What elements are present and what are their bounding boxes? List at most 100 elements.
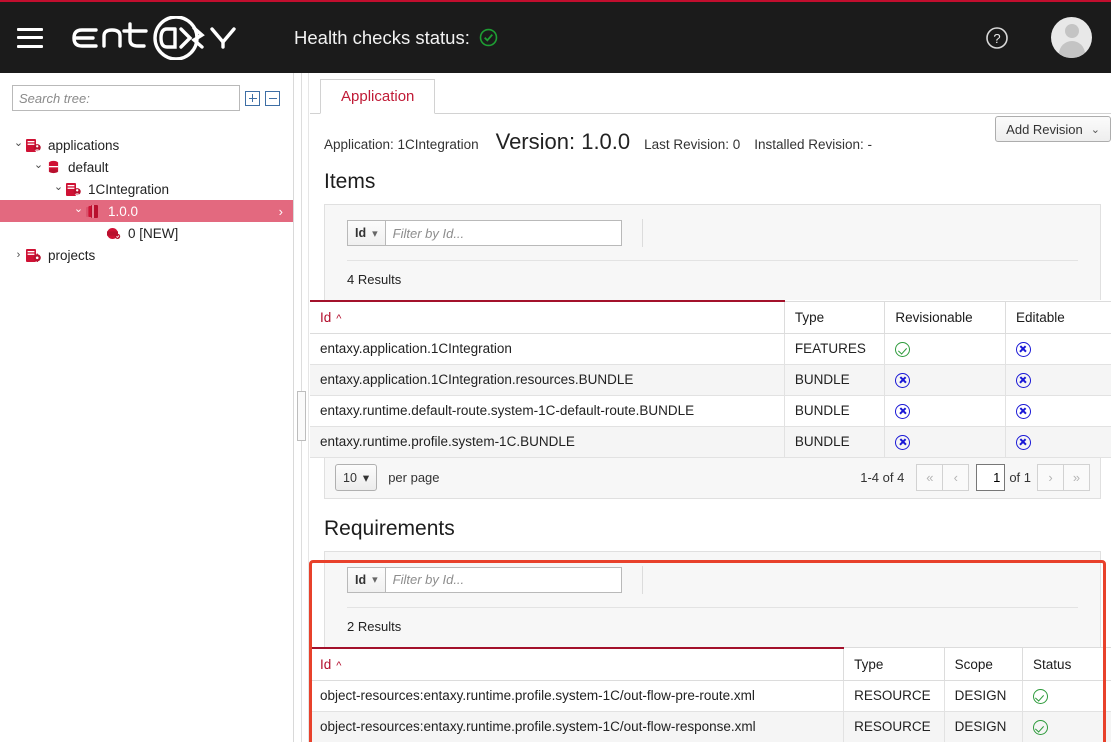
main-items-column-header-id[interactable]: Id ^ bbox=[310, 301, 784, 334]
items-filter-panel: Id ▾ 4 Results bbox=[324, 204, 1101, 300]
entaxy-logo[interactable] bbox=[68, 15, 246, 61]
table-row[interactable]: entaxy.runtime.default-route.system-1C-d… bbox=[310, 395, 1111, 426]
column-header-label: Type bbox=[854, 657, 883, 672]
main-items-cell-revisionable bbox=[885, 426, 1006, 457]
chevron-down-icon: ▾ bbox=[372, 573, 378, 586]
table-row[interactable]: object-resources:entaxy.runtime.profile.… bbox=[310, 680, 1111, 711]
main-requirements-column-header-id[interactable]: Id ^ bbox=[310, 648, 844, 681]
items-prev-page-button[interactable]: ‹ bbox=[942, 464, 969, 491]
items-section-title: Items bbox=[310, 162, 1111, 204]
tree-node-1-0-0[interactable]: 1.0.0› bbox=[0, 200, 293, 222]
tree-node-1cintegration[interactable]: 1CIntegration bbox=[0, 178, 293, 200]
scrollbar-thumb[interactable] bbox=[297, 391, 306, 441]
collapse-all-icon[interactable] bbox=[265, 91, 280, 106]
table-row[interactable]: entaxy.runtime.profile.system-1C.BUNDLEB… bbox=[310, 426, 1111, 457]
main-items-cell-type: BUNDLE bbox=[784, 364, 885, 395]
health-checks-status: Health checks status: bbox=[294, 27, 498, 49]
items-table-header-row: Id ^ Type Revisionable Editable bbox=[310, 301, 1111, 334]
tree-node-default[interactable]: default bbox=[0, 156, 293, 178]
tree-node-label: applications bbox=[48, 138, 119, 153]
main-requirements-cell-type: RESOURCE bbox=[844, 680, 945, 711]
main-requirements-column-header-status[interactable]: Status bbox=[1023, 648, 1111, 681]
status-no-icon bbox=[895, 435, 910, 450]
health-ok-icon bbox=[479, 28, 498, 47]
chevron-down-icon[interactable] bbox=[52, 183, 65, 196]
items-per-page-label: per page bbox=[388, 470, 439, 485]
items-pager: 10 ▾ per page 1-4 of 4 « ‹ of 1 › » bbox=[324, 458, 1101, 499]
items-table-body: entaxy.application.1CIntegrationFEATURES… bbox=[310, 334, 1111, 458]
main-items-column-header-revisionable[interactable]: Revisionable bbox=[885, 301, 1006, 334]
items-next-page-button[interactable]: › bbox=[1037, 464, 1064, 491]
requirements-filter-field-label: Id bbox=[355, 573, 366, 587]
main-content: Application Application: 1CIntegration V… bbox=[295, 73, 1111, 742]
items-filter-field-select[interactable]: Id ▾ bbox=[347, 220, 385, 246]
main-requirements-column-header-scope[interactable]: Scope bbox=[944, 648, 1022, 681]
tree-node-label: projects bbox=[48, 248, 95, 263]
main-items-column-header-editable[interactable]: Editable bbox=[1005, 301, 1111, 334]
top-bar-right: ? bbox=[985, 17, 1092, 58]
tree-node-0-new[interactable]: 0 [NEW] bbox=[0, 222, 293, 244]
chevron-down-icon[interactable] bbox=[12, 139, 25, 152]
tab-application[interactable]: Application bbox=[320, 79, 435, 114]
items-filter-input[interactable] bbox=[385, 220, 622, 246]
items-per-page-select[interactable]: 10 ▾ bbox=[335, 464, 377, 491]
items-page-total: of 1 bbox=[1009, 470, 1031, 485]
main-items-cell-editable bbox=[1005, 334, 1111, 365]
add-revision-button[interactable]: Add Revision ⌄ bbox=[995, 116, 1111, 142]
applications-icon bbox=[25, 138, 42, 153]
main-items-cell-editable bbox=[1005, 426, 1111, 457]
table-row[interactable]: object-resources:entaxy.runtime.profile.… bbox=[310, 711, 1111, 742]
items-table: Id ^ Type Revisionable Editable entaxy.appli… bbox=[310, 300, 1111, 458]
sort-ascending-icon: ^ bbox=[336, 313, 341, 325]
items-page-input[interactable] bbox=[976, 464, 1005, 491]
column-header-label: Scope bbox=[955, 657, 993, 672]
projects-icon bbox=[25, 248, 42, 263]
requirements-results-count: 2 Results bbox=[325, 608, 1100, 647]
column-header-label: Type bbox=[795, 310, 824, 325]
application-icon bbox=[65, 182, 82, 197]
tree-node-projects[interactable]: projects bbox=[0, 244, 293, 266]
main-items-cell-type: BUNDLE bbox=[784, 426, 885, 457]
main-items-cell-revisionable bbox=[885, 334, 1006, 365]
top-bar: Health checks status: ? bbox=[0, 0, 1111, 73]
tree-node-label: 0 [NEW] bbox=[128, 226, 178, 241]
items-first-page-button[interactable]: « bbox=[916, 464, 943, 491]
chevron-right-icon[interactable]: › bbox=[279, 204, 283, 219]
items-pager-controls: 1-4 of 4 « ‹ of 1 › » bbox=[860, 464, 1090, 491]
items-last-page-button[interactable]: » bbox=[1063, 464, 1090, 491]
main-scrollbar[interactable] bbox=[295, 73, 309, 742]
user-avatar[interactable] bbox=[1051, 17, 1092, 58]
column-header-label: Id bbox=[320, 657, 331, 672]
chevron-down-icon[interactable] bbox=[32, 161, 45, 174]
status-no-icon bbox=[1016, 373, 1031, 388]
revision-icon bbox=[105, 226, 122, 241]
sidebar: applications default1CIntegration1.0.0› 0 … bbox=[0, 73, 294, 742]
hamburger-icon[interactable] bbox=[17, 28, 43, 48]
tree-search-row bbox=[0, 73, 293, 111]
main-items-cell-id: entaxy.application.1CIntegration bbox=[310, 334, 784, 365]
tree-node-applications[interactable]: applications bbox=[0, 134, 293, 156]
column-header-label: Editable bbox=[1016, 310, 1065, 325]
requirements-filter-input[interactable] bbox=[385, 567, 622, 593]
expand-all-icon[interactable] bbox=[245, 91, 260, 106]
items-results-count: 4 Results bbox=[325, 261, 1100, 300]
main-items-column-header-type[interactable]: Type bbox=[784, 301, 885, 334]
sort-ascending-icon: ^ bbox=[336, 660, 341, 672]
chevron-down-icon[interactable] bbox=[72, 205, 85, 218]
chevron-down-icon: ▾ bbox=[372, 227, 378, 240]
content-column: Application Application: 1CIntegration V… bbox=[310, 73, 1111, 742]
tab-bar: Application bbox=[310, 73, 1111, 114]
requirements-table-body: object-resources:entaxy.runtime.profile.… bbox=[310, 680, 1111, 742]
main-items-cell-revisionable bbox=[885, 395, 1006, 426]
chevron-down-icon: ▾ bbox=[363, 470, 369, 485]
tree-search-input[interactable] bbox=[12, 85, 240, 111]
add-revision-label: Add Revision bbox=[1006, 122, 1083, 137]
requirements-filter-field-select[interactable]: Id ▾ bbox=[347, 567, 385, 593]
main-requirements-column-header-type[interactable]: Type bbox=[844, 648, 945, 681]
help-circle-icon[interactable]: ? bbox=[985, 26, 1009, 50]
table-row[interactable]: entaxy.application.1CIntegration.resourc… bbox=[310, 364, 1111, 395]
chevron-right-icon[interactable] bbox=[12, 249, 25, 261]
column-header-label: Id bbox=[320, 310, 331, 325]
table-row[interactable]: entaxy.application.1CIntegrationFEATURES bbox=[310, 334, 1111, 365]
requirements-table: Id ^ Type Scope Status object-resources:enta… bbox=[310, 647, 1111, 742]
